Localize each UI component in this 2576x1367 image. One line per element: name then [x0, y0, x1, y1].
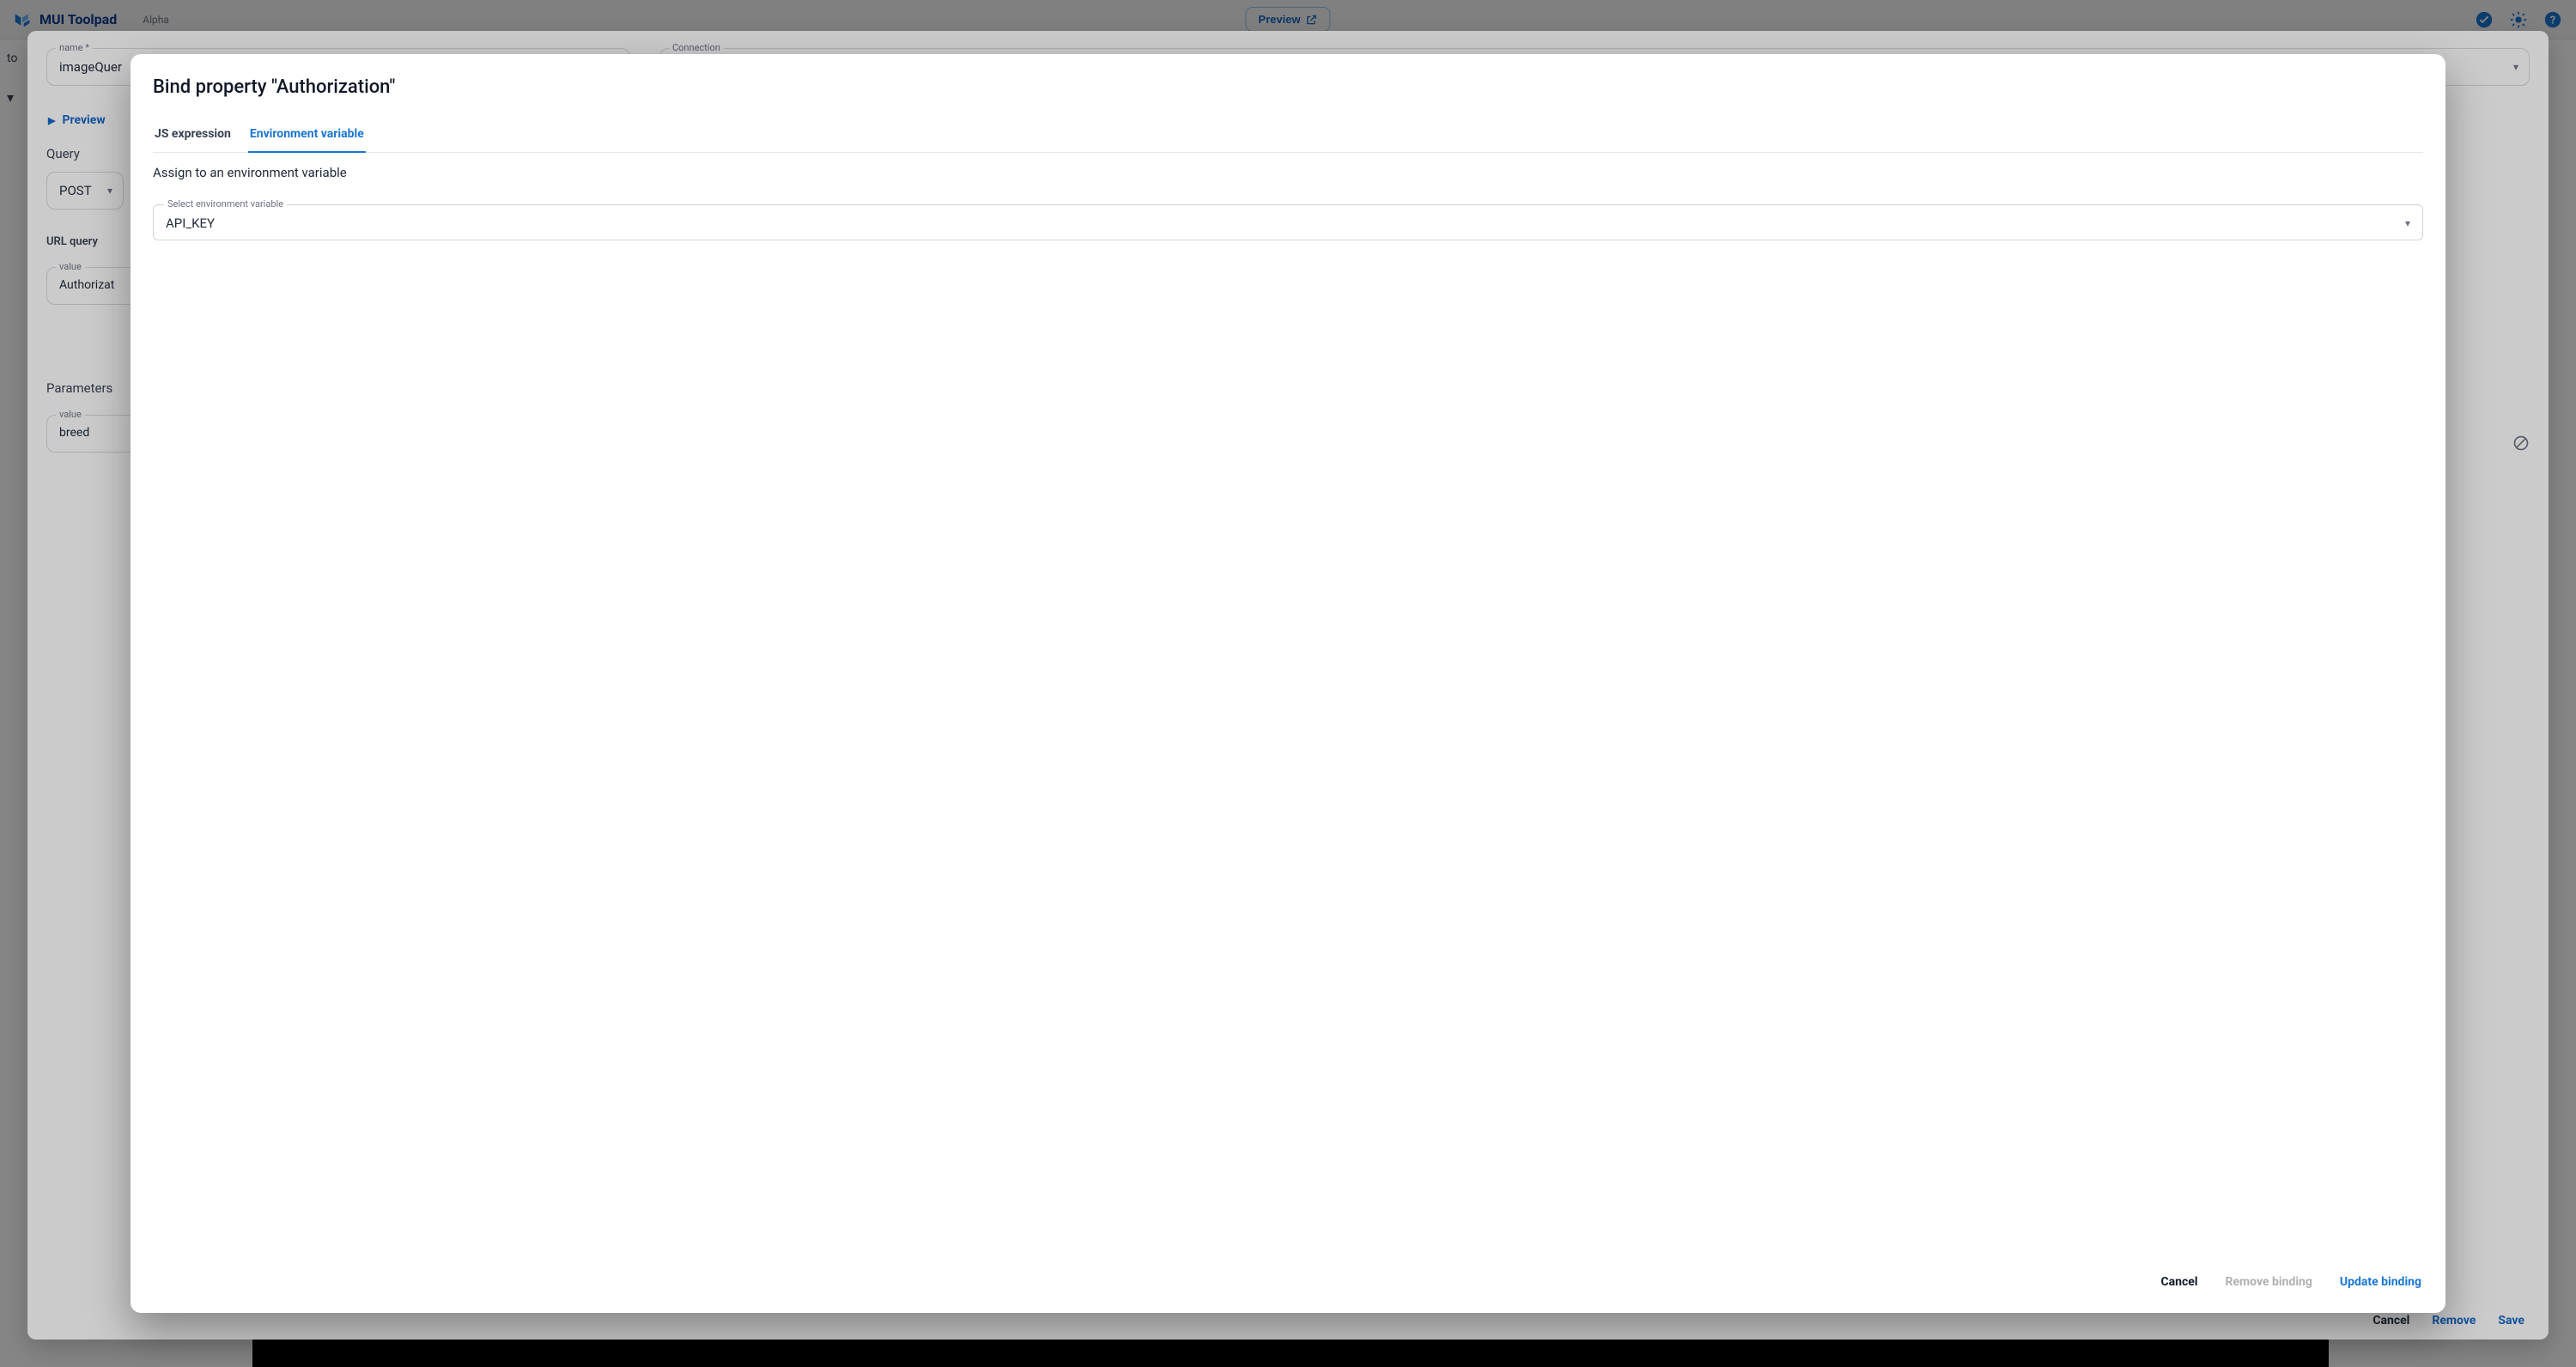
caret-down-icon: ▾ [107, 185, 112, 197]
env-variable-select-value: API_KEY [166, 216, 215, 231]
play-icon: ▶ [48, 115, 55, 126]
dialog-update-binding-button[interactable]: Update binding [2338, 1270, 2423, 1294]
connection-label: Connection [669, 42, 724, 53]
panel-remove-button[interactable]: Remove [2432, 1314, 2476, 1328]
dialog-footer: Cancel Remove binding Update binding [153, 1270, 2423, 1294]
query-name-label: name * [56, 42, 93, 53]
no-binding-icon[interactable] [2512, 434, 2530, 452]
url-query-field-label: value [56, 261, 85, 272]
bind-property-dialog: Bind property "Authorization" JS express… [131, 54, 2445, 1313]
dialog-remove-binding-button[interactable]: Remove binding [2224, 1270, 2314, 1294]
parameter-field-label: value [56, 409, 85, 420]
preview-run-label: Preview [62, 113, 105, 127]
tab-environment-variable[interactable]: Environment variable [248, 118, 366, 153]
caret-down-icon: ▾ [2405, 217, 2410, 229]
parameter-field-value: breed [59, 426, 137, 440]
panel-cancel-button[interactable]: Cancel [2372, 1314, 2409, 1328]
http-method-select[interactable]: POST ▾ [46, 172, 124, 210]
url-query-field-value: Authorizat [59, 278, 137, 292]
env-variable-select-label: Select environment variable [164, 198, 287, 210]
dialog-cancel-button[interactable]: Cancel [2159, 1270, 2199, 1294]
tab-js-expression[interactable]: JS expression [153, 118, 233, 153]
caret-down-icon: ▾ [2513, 61, 2518, 73]
env-variable-select[interactable]: Select environment variable API_KEY ▾ [153, 204, 2423, 240]
preview-run-button[interactable]: ▶ Preview [46, 110, 107, 131]
panel-footer: Cancel Remove Save [27, 1314, 2549, 1328]
dialog-tabs: JS expression Environment variable [153, 118, 2423, 153]
dialog-title: Bind property "Authorization" [153, 76, 2423, 98]
dialog-subtitle: Assign to an environment variable [153, 165, 2423, 180]
panel-save-button[interactable]: Save [2498, 1314, 2524, 1328]
http-method-value: POST [59, 183, 97, 198]
